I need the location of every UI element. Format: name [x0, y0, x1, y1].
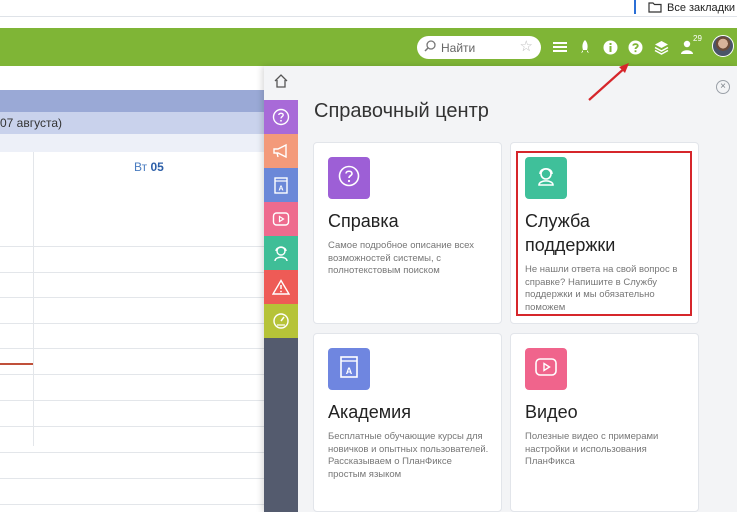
svg-text:A: A: [278, 186, 283, 193]
calendar-row-line: [0, 478, 264, 479]
bookmarks-divider: [634, 0, 636, 14]
support-agent-icon: [272, 244, 290, 262]
rail-help-button[interactable]: [264, 100, 298, 134]
calendar-row-line: [0, 400, 264, 401]
card-academy-icon-box: A: [328, 348, 370, 390]
academy-book-icon: A: [338, 355, 360, 384]
calendar-day-label: Вт 05: [134, 160, 164, 174]
calendar-row-line: [0, 323, 264, 324]
day-number: 05: [150, 160, 164, 174]
menu-icon[interactable]: [551, 38, 569, 56]
video-icon: [272, 211, 290, 227]
notifications-badge: 29: [693, 34, 702, 43]
card-video[interactable]: Видео Полезные видео с примерами настрой…: [510, 333, 699, 512]
rail-news-button[interactable]: [264, 134, 298, 168]
calendar-row-line: [0, 374, 264, 375]
card-description: Бесплатные обучающие курсы для новичков …: [328, 431, 489, 480]
layers-icon[interactable]: [652, 38, 670, 56]
current-time-marker: [0, 363, 33, 365]
rail-report-button[interactable]: [264, 270, 298, 304]
calendar-row-line: [0, 426, 264, 427]
page-title: Справочный центр: [314, 100, 489, 122]
card-title: Видео: [525, 402, 578, 422]
video-icon: [534, 356, 558, 383]
support-card-highlight: [516, 151, 692, 316]
svg-text:A: A: [346, 366, 353, 376]
search-icon: [424, 39, 436, 57]
calendar-header: [0, 90, 264, 112]
calendar-row-line: [0, 246, 264, 247]
help-icon[interactable]: [626, 38, 644, 56]
info-icon[interactable]: [601, 38, 619, 56]
favorite-star-icon[interactable]: ☆: [520, 39, 533, 55]
avatar[interactable]: [712, 35, 734, 57]
all-bookmarks-label: Все закладки: [667, 1, 736, 14]
gauge-icon: [272, 312, 290, 330]
rail-video-button[interactable]: [264, 202, 298, 236]
annotation-arrow: [588, 63, 629, 101]
academy-book-icon: A: [273, 176, 289, 194]
card-title: Справка: [328, 211, 399, 231]
folder-icon: [648, 2, 662, 13]
rail-status-button[interactable]: [264, 304, 298, 338]
close-icon: ×: [720, 81, 726, 92]
card-help[interactable]: Справка Самое подробное описание всех во…: [313, 142, 502, 324]
rail-home-button[interactable]: [264, 66, 298, 100]
search-box[interactable]: ☆: [417, 36, 541, 59]
search-input[interactable]: [441, 40, 511, 55]
help-icon: [272, 108, 290, 126]
card-title: Академия: [328, 402, 411, 422]
browser-bookmarks-bar: Все закладки: [0, 0, 737, 17]
megaphone-icon: [272, 143, 290, 159]
rail-academy-button[interactable]: A: [264, 168, 298, 202]
calendar-row-line: [0, 348, 264, 349]
warning-icon: [272, 279, 290, 295]
card-video-icon-box: [525, 348, 567, 390]
calendar-row-line: [0, 272, 264, 273]
card-description: Полезные видео с примерами настройки и и…: [525, 431, 659, 467]
close-panel-button[interactable]: ×: [716, 80, 730, 94]
calendar-row-line: [0, 452, 264, 453]
day-prefix: Вт: [134, 160, 151, 174]
calendar-row-line: [0, 297, 264, 298]
card-description: Самое подробное описание всех возможност…: [328, 240, 474, 276]
all-bookmarks-folder[interactable]: Все закладки: [648, 0, 735, 15]
card-academy[interactable]: A Академия Бесплатные обучающие курсы дл…: [313, 333, 502, 512]
rail-support-button[interactable]: [264, 236, 298, 270]
calendar-row-line: [0, 504, 264, 505]
calendar-spacer: [0, 134, 264, 152]
calendar-date-range: 07 августа): [0, 112, 264, 134]
calendar-column-line: [33, 152, 34, 446]
home-icon: [273, 73, 289, 94]
date-range-text: 07 августа): [0, 116, 63, 130]
rocket-icon[interactable]: [576, 38, 594, 56]
help-icon: [337, 164, 361, 193]
card-help-icon-box: [328, 157, 370, 199]
